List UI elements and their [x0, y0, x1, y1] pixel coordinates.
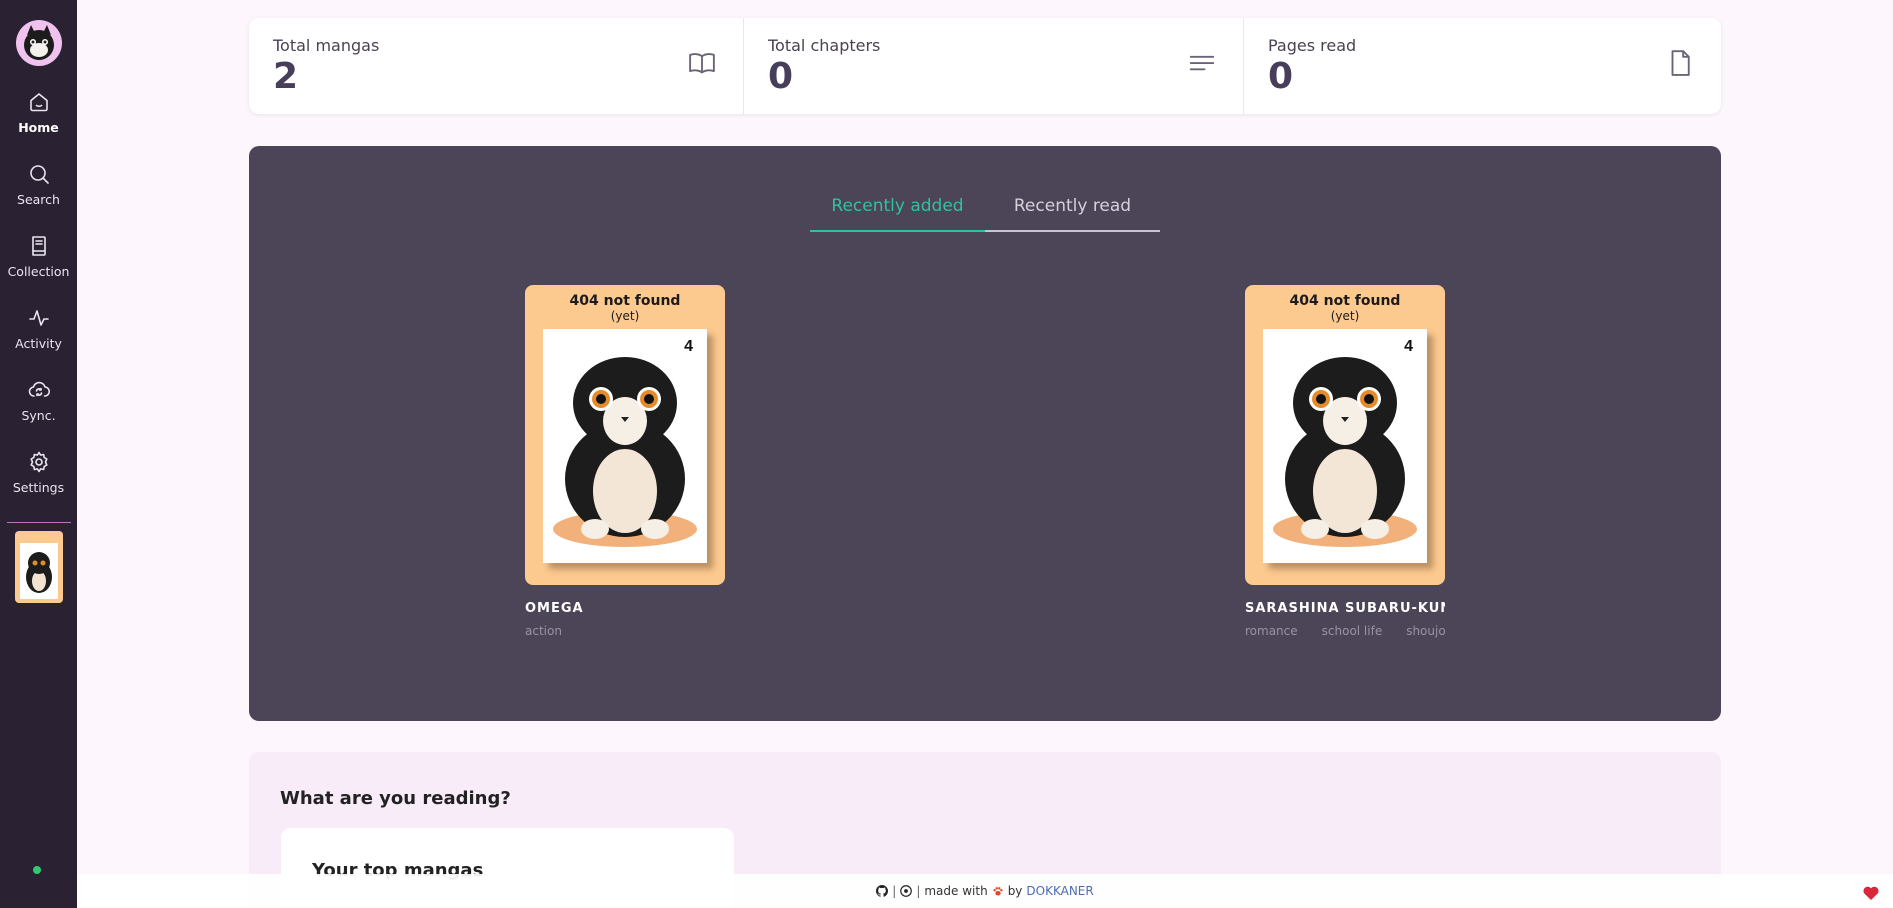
manga-tag[interactable]: school life — [1322, 624, 1383, 638]
sidebar-item-activity[interactable]: Activity — [0, 292, 77, 364]
search-icon — [29, 164, 49, 184]
sidebar-item-label: Search — [17, 191, 60, 207]
cover-art: 4 — [1263, 329, 1427, 563]
author-link[interactable]: DOKKANER — [1026, 884, 1093, 898]
stat-label: Total chapters — [768, 36, 881, 55]
book-icon — [31, 235, 46, 256]
cover-placeholder-subtitle: (yet) — [610, 309, 640, 323]
cloud-sync-icon — [28, 381, 50, 397]
sidebar-item-label: Sync. — [21, 407, 56, 423]
cover-placeholder-title: 404 not found — [569, 293, 681, 309]
github-icon[interactable] — [876, 885, 889, 897]
connection-status-dot — [33, 866, 41, 874]
book-open-icon — [687, 48, 717, 78]
manga-card[interactable]: 404 not found (yet) — [525, 285, 725, 638]
sidebar-item-home[interactable]: Home — [0, 76, 77, 148]
sidebar-item-settings[interactable]: Settings — [0, 436, 77, 508]
cover-art: 4 — [543, 329, 707, 563]
cat-illustration-icon: 4 — [1273, 338, 1417, 547]
sidebar-item-label: Settings — [12, 479, 65, 495]
stat-label: Pages read — [1268, 36, 1357, 55]
sidebar-item-label: Activity — [15, 335, 62, 351]
stat-pages-read: Pages read 0 — [1244, 18, 1721, 114]
paw-icon — [993, 887, 1003, 896]
activity-icon — [28, 309, 49, 326]
section-title: What are you reading? — [280, 788, 511, 809]
cover-placeholder-title: 404 not found — [1289, 293, 1401, 309]
home-icon — [29, 92, 48, 111]
cover-placeholder-subtitle: (yet) — [1330, 309, 1360, 323]
footer-by: by — [1007, 884, 1023, 898]
manga-tag[interactable]: shoujo — [1406, 624, 1445, 638]
sidebar-item-label: Collection — [7, 263, 70, 279]
sidebar-recent-manga-thumbnail[interactable] — [14, 531, 63, 603]
lines-icon — [1187, 48, 1217, 78]
manga-tags: romance school life shoujo — [1245, 624, 1445, 638]
heart-icon[interactable] — [1863, 886, 1879, 900]
manga-tag[interactable]: romance — [1245, 624, 1298, 638]
sidebar-divider — [6, 522, 71, 523]
stat-value: 0 — [1268, 56, 1294, 97]
open-source-icon[interactable] — [900, 885, 913, 897]
sidebar-item-search[interactable]: Search — [0, 148, 77, 220]
manga-cover[interactable]: 404 not found (yet) 4 — [525, 285, 725, 585]
tab-recently-added[interactable]: Recently added — [810, 188, 985, 232]
avatar[interactable] — [15, 20, 62, 66]
cat-illustration-icon: 4 — [553, 338, 697, 547]
svg-text:4: 4 — [684, 338, 693, 355]
manga-title[interactable]: OMEGA — [525, 601, 725, 616]
cat-avatar-icon — [23, 25, 54, 60]
recent-mangas-panel: Recently added Recently read 404 not fou… — [249, 146, 1721, 721]
stat-total-chapters: Total chapters 0 — [744, 18, 1244, 114]
recent-tabs: Recently added Recently read — [810, 188, 1160, 232]
manga-cover[interactable]: 404 not found (yet) 4 — [1245, 285, 1445, 585]
sidebar-item-sync[interactable]: Sync. — [0, 364, 77, 436]
stats-bar: Total mangas 2 Total chapters 0 Pages re… — [249, 18, 1721, 114]
footer: | | made with by DOKKANER — [77, 874, 1893, 908]
stat-label: Total mangas — [273, 36, 380, 55]
gear-icon — [29, 451, 48, 472]
svg-text:4: 4 — [1404, 338, 1413, 355]
sidebar: Home Search Collection Activity Sync. Se… — [0, 0, 77, 908]
manga-title[interactable]: SARASHINA SUBARU-KUN NO — [1245, 601, 1445, 616]
stat-value: 2 — [273, 56, 299, 97]
tab-recently-read[interactable]: Recently read — [985, 188, 1160, 230]
file-icon — [1665, 48, 1695, 78]
manga-tag[interactable]: action — [525, 624, 562, 638]
cat-cover-icon — [19, 543, 58, 599]
manga-tags: action — [525, 624, 725, 638]
sidebar-item-label: Home — [18, 119, 59, 135]
manga-card[interactable]: 404 not found (yet) — [1245, 285, 1445, 638]
sidebar-item-collection[interactable]: Collection — [0, 220, 77, 292]
stat-total-mangas: Total mangas 2 — [249, 18, 744, 114]
stat-value: 0 — [768, 56, 794, 97]
footer-made-with: made with — [924, 884, 988, 898]
